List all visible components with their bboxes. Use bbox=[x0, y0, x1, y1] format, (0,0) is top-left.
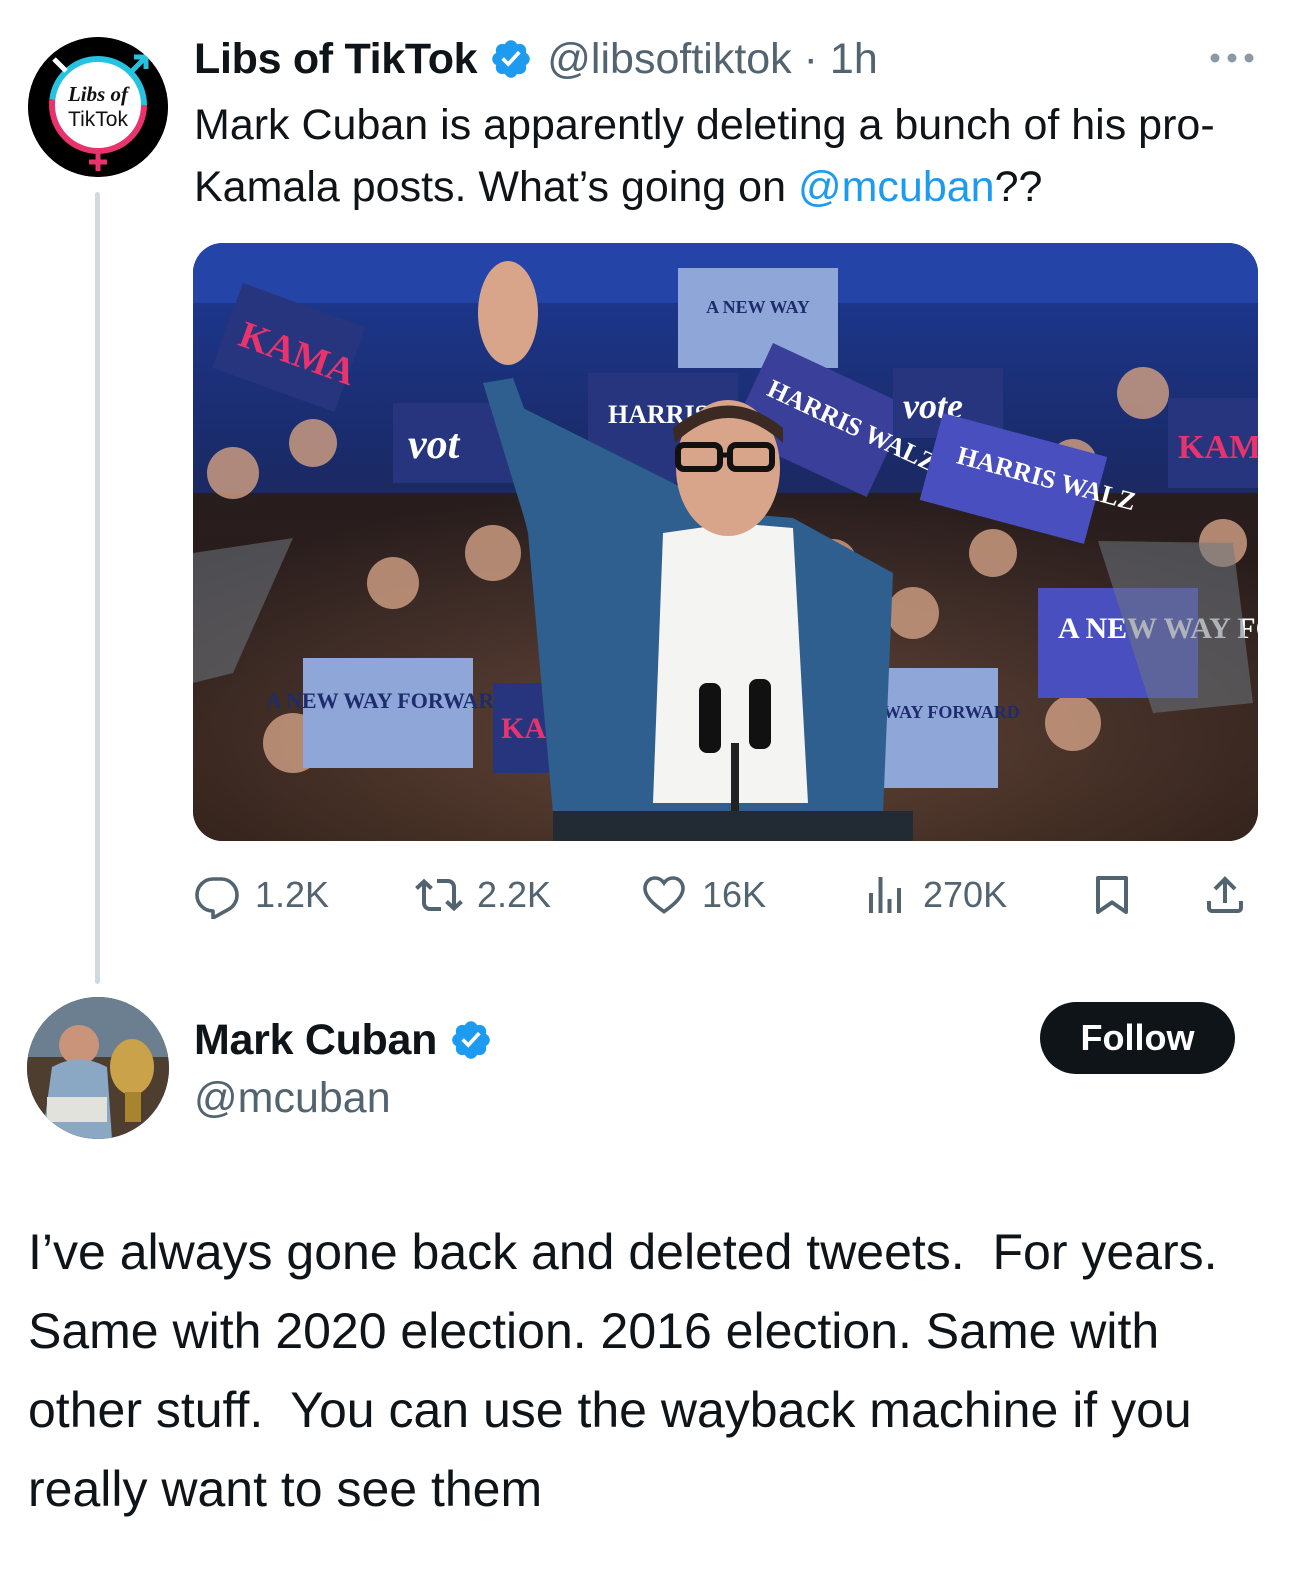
share-icon bbox=[1207, 876, 1243, 913]
thread-view: Libs of TikTok Libs of TikTok @libsoftik… bbox=[0, 0, 1290, 1573]
libs-of-tiktok-logo: Libs of TikTok bbox=[28, 37, 168, 177]
like-button[interactable]: 16K bbox=[640, 862, 766, 928]
views-button[interactable]: 270K bbox=[861, 862, 1007, 928]
tweet-action-bar: 1.2K 2.2K 16K 270K bbox=[193, 862, 1258, 928]
rally-photo: KAMA vot A NEW WAY FORWARD HARRIS WALZ A… bbox=[193, 243, 1258, 841]
reply-icon bbox=[195, 877, 239, 919]
follow-button[interactable]: Follow bbox=[1040, 1002, 1235, 1074]
sign-text: KA bbox=[501, 712, 546, 745]
repost-count: 2.2K bbox=[477, 874, 552, 915]
like-count: 16K bbox=[702, 874, 767, 915]
verified-badge-icon bbox=[492, 40, 531, 78]
libs-of-tiktok-avatar[interactable]: Libs of TikTok bbox=[28, 37, 168, 177]
more-options-icon[interactable] bbox=[1208, 48, 1256, 68]
avatar-text-line1: Libs of bbox=[67, 82, 130, 106]
tweet-media-photo[interactable]: KAMA vot A NEW WAY FORWARD HARRIS WALZ A… bbox=[193, 243, 1258, 841]
sign-text: A NEW WAY FORWARD bbox=[266, 688, 510, 713]
mention-link[interactable]: @mcuban bbox=[798, 163, 995, 211]
mark-cuban-avatar[interactable] bbox=[27, 997, 169, 1139]
reply-author-handle[interactable]: @mcuban bbox=[194, 1074, 391, 1123]
mark-cuban-avatar-photo bbox=[27, 997, 169, 1139]
views-count: 270K bbox=[923, 874, 1008, 915]
repost-icon bbox=[415, 878, 463, 912]
sign-text: KAM bbox=[1178, 429, 1258, 466]
author-handle[interactable]: @libsoftiktok bbox=[547, 35, 791, 84]
reply-author-display-name[interactable]: Mark Cuban bbox=[194, 1016, 437, 1065]
reply-button[interactable]: 1.2K bbox=[193, 862, 329, 928]
svg-text:A NEW WAY: A NEW WAY bbox=[706, 297, 810, 317]
repost-button[interactable]: 2.2K bbox=[415, 862, 551, 928]
tweet-timestamp[interactable]: 1h bbox=[830, 35, 878, 84]
views-chart-icon bbox=[869, 877, 901, 913]
reply-count: 1.2K bbox=[255, 874, 330, 915]
thread-connector-line bbox=[95, 192, 100, 984]
tweet-text-main: Mark Cuban is apparently deleting a bunc… bbox=[194, 101, 1215, 211]
tweet-text: Mark Cuban is apparently deleting a bunc… bbox=[194, 94, 1274, 218]
time-separator: · bbox=[791, 34, 830, 83]
author-display-name[interactable]: Libs of TikTok bbox=[194, 35, 478, 84]
reply-header: Mark Cuban bbox=[194, 1010, 507, 1070]
reply-text: I’ve always gone back and deleted tweets… bbox=[28, 1224, 1246, 1517]
tweet-text-tail: ?? bbox=[994, 163, 1043, 211]
share-button[interactable] bbox=[1201, 862, 1249, 928]
avatar-text-line2: TikTok bbox=[68, 108, 128, 131]
sign-text: vot bbox=[408, 422, 461, 468]
bookmark-button[interactable] bbox=[1088, 862, 1136, 928]
verified-badge-icon bbox=[452, 1021, 490, 1059]
tweet-header: Libs of TikTok @libsoftiktok · 1h bbox=[194, 28, 878, 90]
heart-icon bbox=[643, 876, 685, 914]
bookmark-icon bbox=[1096, 876, 1128, 914]
